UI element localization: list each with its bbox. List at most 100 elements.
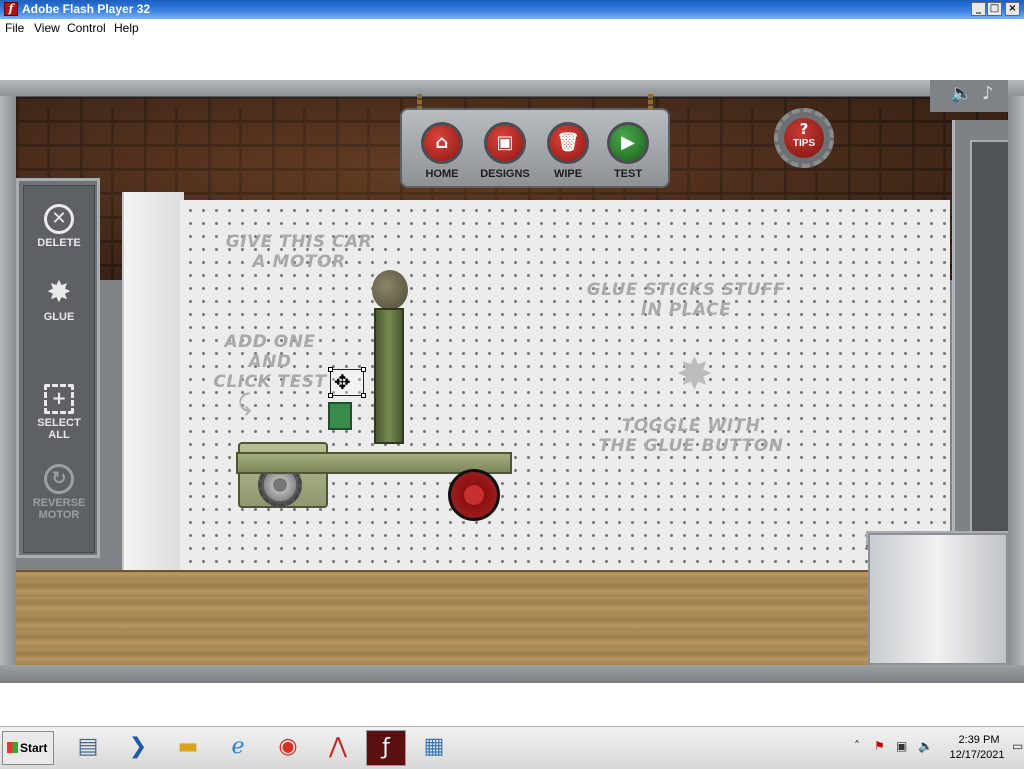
taskbar: Start ▤ ❯ ▬ ℯ ◉ ⋀ ƒ ▦ ˄ ⚑ ▣ 🔈 2:39 PM 12… xyxy=(0,726,1024,769)
test-button[interactable]: ▶ TEST xyxy=(598,122,658,180)
hint-glue-sticks: GLUE STICKS STUFF IN PLACE xyxy=(586,280,786,320)
hint-toggle-glue-line1: TOGGLE WITH xyxy=(621,416,761,436)
hint-glue-sticks-line2: IN PLACE xyxy=(640,300,732,320)
show-desktop-icon[interactable]: ▭ xyxy=(1012,739,1023,753)
music-note-icon[interactable]: ♪ xyxy=(982,84,994,104)
window-title: Adobe Flash Player 32 xyxy=(22,2,151,16)
designs-button[interactable]: ▣ DESIGNS xyxy=(475,122,535,180)
network-status-icon[interactable]: ▣ xyxy=(896,739,907,753)
selection-handle[interactable] xyxy=(328,393,333,398)
system-tray: ˄ ⚑ ▣ 🔈 2:39 PM 12/17/2021 ▭ xyxy=(850,731,1023,765)
tool-panel-inner: ✕ DELETE ✸ GLUE + SELECT ALL ↻ REVERSE M… xyxy=(23,185,95,553)
tips-disc: ? TIPS xyxy=(784,118,824,158)
hint-add-one-line1: ADD ONE AND xyxy=(224,332,316,372)
selection-handle[interactable] xyxy=(361,367,366,372)
acrobat-icon[interactable]: ⋀ xyxy=(318,730,358,766)
floppy-disk-icon: ▣ xyxy=(484,122,526,164)
menu-bar: File View Control Help xyxy=(0,19,1024,37)
title-bar: f Adobe Flash Player 32 _ □ × xyxy=(0,0,1024,19)
selection-handle[interactable] xyxy=(328,367,333,372)
reverse-motor-label-line2: MOTOR xyxy=(38,509,80,521)
start-label: Start xyxy=(20,741,48,755)
glue-tool-button[interactable]: ✸ GLUE xyxy=(24,275,94,324)
close-button[interactable]: × xyxy=(1005,2,1020,16)
windows-logo-icon xyxy=(7,742,18,753)
trash-can-icon: 🗑 xyxy=(547,122,589,164)
clock-time[interactable]: 2:39 PM xyxy=(950,734,1008,747)
car-wheel[interactable] xyxy=(448,469,500,521)
select-all-button[interactable]: + SELECT ALL xyxy=(24,384,94,441)
house-icon: ⌂ xyxy=(421,122,463,164)
hint-glue-sticks-line1: GLUE STICKS STUFF xyxy=(586,280,786,300)
wipe-label: WIPE xyxy=(553,168,583,180)
internet-explorer-icon[interactable]: ℯ xyxy=(218,730,258,766)
hint-give-motor-line2: A MOTOR xyxy=(252,252,346,272)
menu-view[interactable]: View xyxy=(34,21,60,35)
delete-tool-button[interactable]: ✕ DELETE xyxy=(24,204,94,249)
metal-frame-top xyxy=(0,80,1024,97)
hanging-chain xyxy=(417,94,422,110)
selection-handle[interactable] xyxy=(361,393,366,398)
network-icon[interactable]: ▦ xyxy=(414,730,454,766)
start-button[interactable]: Start xyxy=(2,731,54,765)
reverse-motor-label-line1: REVERSE xyxy=(32,497,86,509)
select-all-label-line1: SELECT xyxy=(37,417,81,429)
metal-frame-left xyxy=(0,96,16,683)
powershell-icon[interactable]: ❯ xyxy=(118,730,158,766)
motor-part[interactable] xyxy=(328,402,352,430)
select-all-icon: + xyxy=(44,384,74,414)
audio-controls: 🔈 ♪ xyxy=(930,80,1008,112)
metal-frame-right xyxy=(1008,96,1024,683)
reverse-motor-button[interactable]: ↻ REVERSE MOTOR xyxy=(24,464,94,521)
hanging-chain xyxy=(648,94,653,110)
close-circle-icon: ✕ xyxy=(44,204,74,234)
delete-label: DELETE xyxy=(37,237,81,249)
wipe-button[interactable]: 🗑 WIPE xyxy=(538,122,598,180)
maximize-button[interactable]: □ xyxy=(987,2,1002,16)
glue-splat-doodle-icon: ✸ xyxy=(676,349,713,400)
tips-button[interactable]: ? TIPS xyxy=(774,108,834,168)
wooden-floor xyxy=(16,572,872,665)
test-label: TEST xyxy=(613,168,643,180)
designs-label: DESIGNS xyxy=(480,168,530,180)
side-door-panel xyxy=(122,192,184,574)
parts-bin[interactable] xyxy=(868,533,1008,665)
vertical-beam[interactable] xyxy=(374,308,404,444)
home-label: HOME xyxy=(425,168,459,180)
glue-splat-icon: ✸ xyxy=(46,275,72,310)
chrome-icon[interactable]: ◉ xyxy=(268,730,308,766)
reverse-arrow-icon: ↻ xyxy=(44,464,74,494)
home-button[interactable]: ⌂ HOME xyxy=(412,122,472,180)
hint-toggle-glue: TOGGLE WITH THE GLUE BUTTON xyxy=(596,416,786,456)
select-all-label-line2: ALL xyxy=(48,429,70,441)
minimize-button[interactable]: _ xyxy=(971,2,986,16)
speaker-icon[interactable]: 🔈 xyxy=(950,84,972,104)
hint-give-motor: GIVE THIS CAR A MOTOR xyxy=(224,232,374,272)
flash-player-icon[interactable]: ƒ xyxy=(366,730,406,766)
hint-toggle-glue-line2: THE GLUE BUTTON xyxy=(598,436,784,456)
menu-help[interactable]: Help xyxy=(114,21,139,35)
move-cursor-icon: ✥ xyxy=(334,370,351,394)
control-panel: ⌂ HOME ▣ DESIGNS 🗑 WIPE ▶ TEST xyxy=(400,108,670,188)
hint-add-one-line2: CLICK TEST xyxy=(213,372,327,392)
tool-panel: ✕ DELETE ✸ GLUE + SELECT ALL ↻ REVERSE M… xyxy=(16,178,100,558)
tips-label: TIPS xyxy=(792,138,816,149)
flag-icon[interactable]: ⚑ xyxy=(874,739,885,753)
question-icon: ? xyxy=(799,120,809,138)
game-stage[interactable]: 🔈 ♪ ⌂ HOME ▣ DESIGNS 🗑 WIPE ▶ TEST ? TIP… xyxy=(0,80,1024,683)
bolt-cluster[interactable] xyxy=(372,270,408,310)
clock-date[interactable]: 12/17/2021 xyxy=(944,749,1010,762)
glue-label: GLUE xyxy=(43,311,75,323)
volume-icon[interactable]: 🔈 xyxy=(918,739,933,753)
flash-player-icon: f xyxy=(4,2,18,16)
file-explorer-icon[interactable]: ▬ xyxy=(168,730,208,766)
server-manager-icon[interactable]: ▤ xyxy=(68,730,108,766)
metal-frame-bottom xyxy=(0,665,1024,683)
arrow-doodle-icon: ⤹ xyxy=(238,391,252,416)
menu-control[interactable]: Control xyxy=(67,21,106,35)
play-icon: ▶ xyxy=(607,122,649,164)
chevron-up-icon[interactable]: ˄ xyxy=(854,739,860,753)
hint-give-motor-line1: GIVE THIS CAR xyxy=(225,232,373,252)
hint-add-one: ADD ONE AND CLICK TEST xyxy=(200,332,340,392)
menu-file[interactable]: File xyxy=(5,21,24,35)
